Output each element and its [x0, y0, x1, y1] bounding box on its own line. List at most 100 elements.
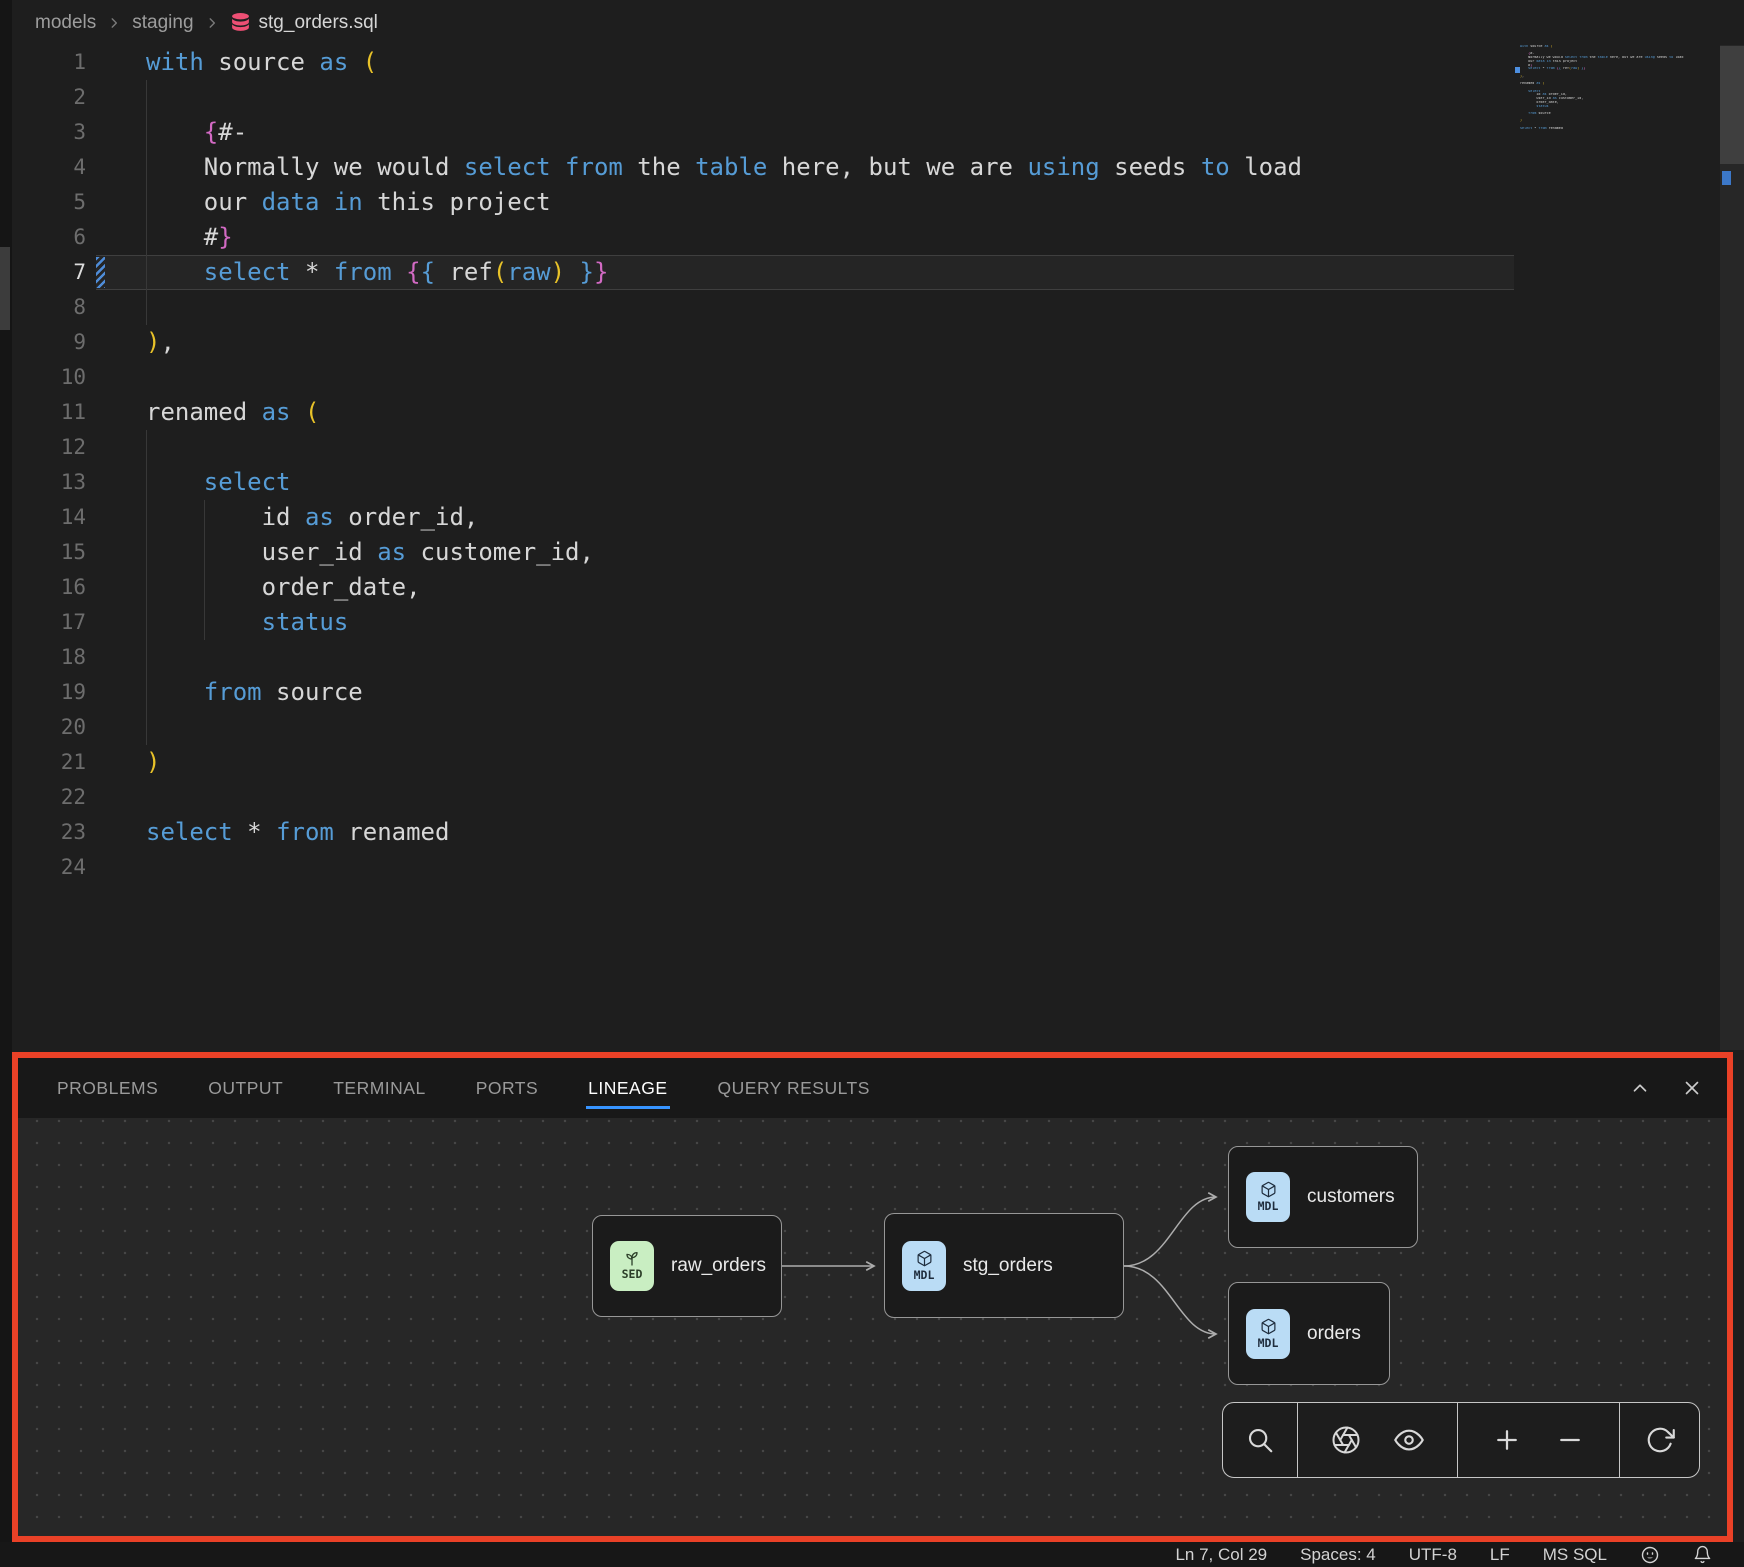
- line-number[interactable]: 23: [12, 815, 86, 850]
- lineage-node-stg-orders[interactable]: MDL stg_orders: [884, 1213, 1124, 1318]
- line-number[interactable]: 13: [12, 465, 86, 500]
- code-text: [86, 360, 146, 395]
- line-number[interactable]: 7: [12, 255, 86, 290]
- status-bar: Ln 7, Col 29 Spaces: 4 UTF-8 LF MS SQL: [0, 1542, 1744, 1567]
- breadcrumb-item-staging[interactable]: staging: [132, 12, 193, 34]
- search-icon[interactable]: [1245, 1425, 1275, 1455]
- code-line[interactable]: 8: [12, 290, 1516, 325]
- editor-scrollbar[interactable]: [1720, 45, 1744, 1050]
- close-icon[interactable]: [1681, 1077, 1703, 1099]
- code-line[interactable]: 18: [12, 640, 1516, 675]
- model-badge: MDL: [1246, 1309, 1290, 1359]
- line-number[interactable]: 11: [12, 395, 86, 430]
- code-line[interactable]: 22: [12, 780, 1516, 815]
- line-number[interactable]: 15: [12, 535, 86, 570]
- code-text: select * from {{ ref(raw) }}: [86, 255, 608, 290]
- lineage-node-raw-orders[interactable]: SED raw_orders: [592, 1215, 782, 1317]
- breadcrumb-item-models[interactable]: models: [35, 12, 96, 34]
- code-text: [86, 290, 146, 325]
- line-number[interactable]: 8: [12, 290, 86, 325]
- code-text: {#-: [86, 115, 247, 150]
- code-line[interactable]: 9),: [12, 325, 1516, 360]
- eye-icon[interactable]: [1394, 1425, 1424, 1455]
- code-text: select * from renamed: [86, 815, 449, 850]
- code-text: status: [86, 605, 348, 640]
- language-mode[interactable]: MS SQL: [1543, 1545, 1607, 1565]
- lineage-canvas[interactable]: SED raw_orders MDL stg_orders: [18, 1118, 1727, 1536]
- indentation[interactable]: Spaces: 4: [1300, 1545, 1376, 1565]
- code-line[interactable]: 17 status: [12, 605, 1516, 640]
- tab-lineage[interactable]: LINEAGE: [588, 1078, 667, 1099]
- line-number[interactable]: 14: [12, 500, 86, 535]
- line-number[interactable]: 3: [12, 115, 86, 150]
- line-number[interactable]: 9: [12, 325, 86, 360]
- code-line[interactable]: 7 select * from {{ ref(raw) }}: [12, 255, 1516, 290]
- modified-line-marker: [96, 257, 105, 288]
- line-number[interactable]: 19: [12, 675, 86, 710]
- code-text: ): [86, 745, 160, 780]
- indent-guide: [146, 430, 147, 465]
- refresh-icon[interactable]: [1645, 1425, 1675, 1455]
- aperture-icon[interactable]: [1331, 1425, 1361, 1455]
- cursor-position[interactable]: Ln 7, Col 29: [1175, 1545, 1267, 1565]
- code-line[interactable]: 2: [12, 80, 1516, 115]
- encoding[interactable]: UTF-8: [1409, 1545, 1457, 1565]
- line-number[interactable]: 16: [12, 570, 86, 605]
- tab-ports[interactable]: PORTS: [476, 1078, 538, 1099]
- line-number[interactable]: 5: [12, 185, 86, 220]
- code-line[interactable]: 4 Normally we would select from the tabl…: [12, 150, 1516, 185]
- code-line[interactable]: 23select * from renamed: [12, 815, 1516, 850]
- badge-label: SED: [622, 1267, 643, 1281]
- node-label: customers: [1307, 1186, 1395, 1208]
- line-number[interactable]: 24: [12, 850, 86, 885]
- code-line[interactable]: 3 {#-: [12, 115, 1516, 150]
- code-line[interactable]: 14 id as order_id,: [12, 500, 1516, 535]
- seed-badge: SED: [610, 1241, 654, 1291]
- line-number[interactable]: 17: [12, 605, 86, 640]
- line-number[interactable]: 12: [12, 430, 86, 465]
- breadcrumb-file[interactable]: stg_orders.sql: [230, 12, 378, 34]
- code-line[interactable]: 15 user_id as customer_id,: [12, 535, 1516, 570]
- bell-icon[interactable]: [1693, 1545, 1712, 1564]
- code-editor[interactable]: 1with source as (23 {#-4 Normally we wou…: [12, 45, 1516, 885]
- line-number[interactable]: 20: [12, 710, 86, 745]
- badge-label: MDL: [1258, 1199, 1279, 1213]
- code-line[interactable]: 1with source as (: [12, 45, 1516, 80]
- line-number[interactable]: 18: [12, 640, 86, 675]
- tab-terminal[interactable]: TERMINAL: [333, 1078, 425, 1099]
- eol-sequence[interactable]: LF: [1490, 1545, 1510, 1565]
- tab-output[interactable]: OUTPUT: [208, 1078, 283, 1099]
- code-line[interactable]: 6 #}: [12, 220, 1516, 255]
- line-number[interactable]: 10: [12, 360, 86, 395]
- zoom-out-icon[interactable]: [1555, 1425, 1585, 1455]
- code-text: [86, 850, 146, 885]
- line-number[interactable]: 22: [12, 780, 86, 815]
- minimap[interactable]: with source as ( {#- Normally we would s…: [1520, 45, 1690, 134]
- code-line[interactable]: 10: [12, 360, 1516, 395]
- cube-icon: [1260, 1318, 1277, 1335]
- zoom-in-icon[interactable]: [1492, 1425, 1522, 1455]
- code-line[interactable]: 5 our data in this project: [12, 185, 1516, 220]
- tab-problems[interactable]: PROBLEMS: [57, 1078, 158, 1099]
- code-line[interactable]: 20: [12, 710, 1516, 745]
- line-number[interactable]: 1: [12, 45, 86, 80]
- code-line[interactable]: 21): [12, 745, 1516, 780]
- badge-label: MDL: [914, 1268, 935, 1282]
- code-line[interactable]: 11renamed as (: [12, 395, 1516, 430]
- code-line[interactable]: 19 from source: [12, 675, 1516, 710]
- chevron-up-icon[interactable]: [1629, 1077, 1651, 1099]
- line-number[interactable]: 6: [12, 220, 86, 255]
- line-number[interactable]: 21: [12, 745, 86, 780]
- tab-query-results[interactable]: QUERY RESULTS: [718, 1078, 870, 1099]
- code-line[interactable]: 24: [12, 850, 1516, 885]
- code-line[interactable]: 12: [12, 430, 1516, 465]
- lineage-node-orders[interactable]: MDL orders: [1228, 1282, 1390, 1385]
- code-line[interactable]: 13 select: [12, 465, 1516, 500]
- scrollbar-thumb[interactable]: [1720, 46, 1744, 164]
- feedback-icon[interactable]: [1640, 1545, 1660, 1565]
- line-number[interactable]: 4: [12, 150, 86, 185]
- lineage-node-customers[interactable]: MDL customers: [1228, 1146, 1418, 1248]
- indent-guide: [146, 640, 147, 675]
- code-line[interactable]: 16 order_date,: [12, 570, 1516, 605]
- line-number[interactable]: 2: [12, 80, 86, 115]
